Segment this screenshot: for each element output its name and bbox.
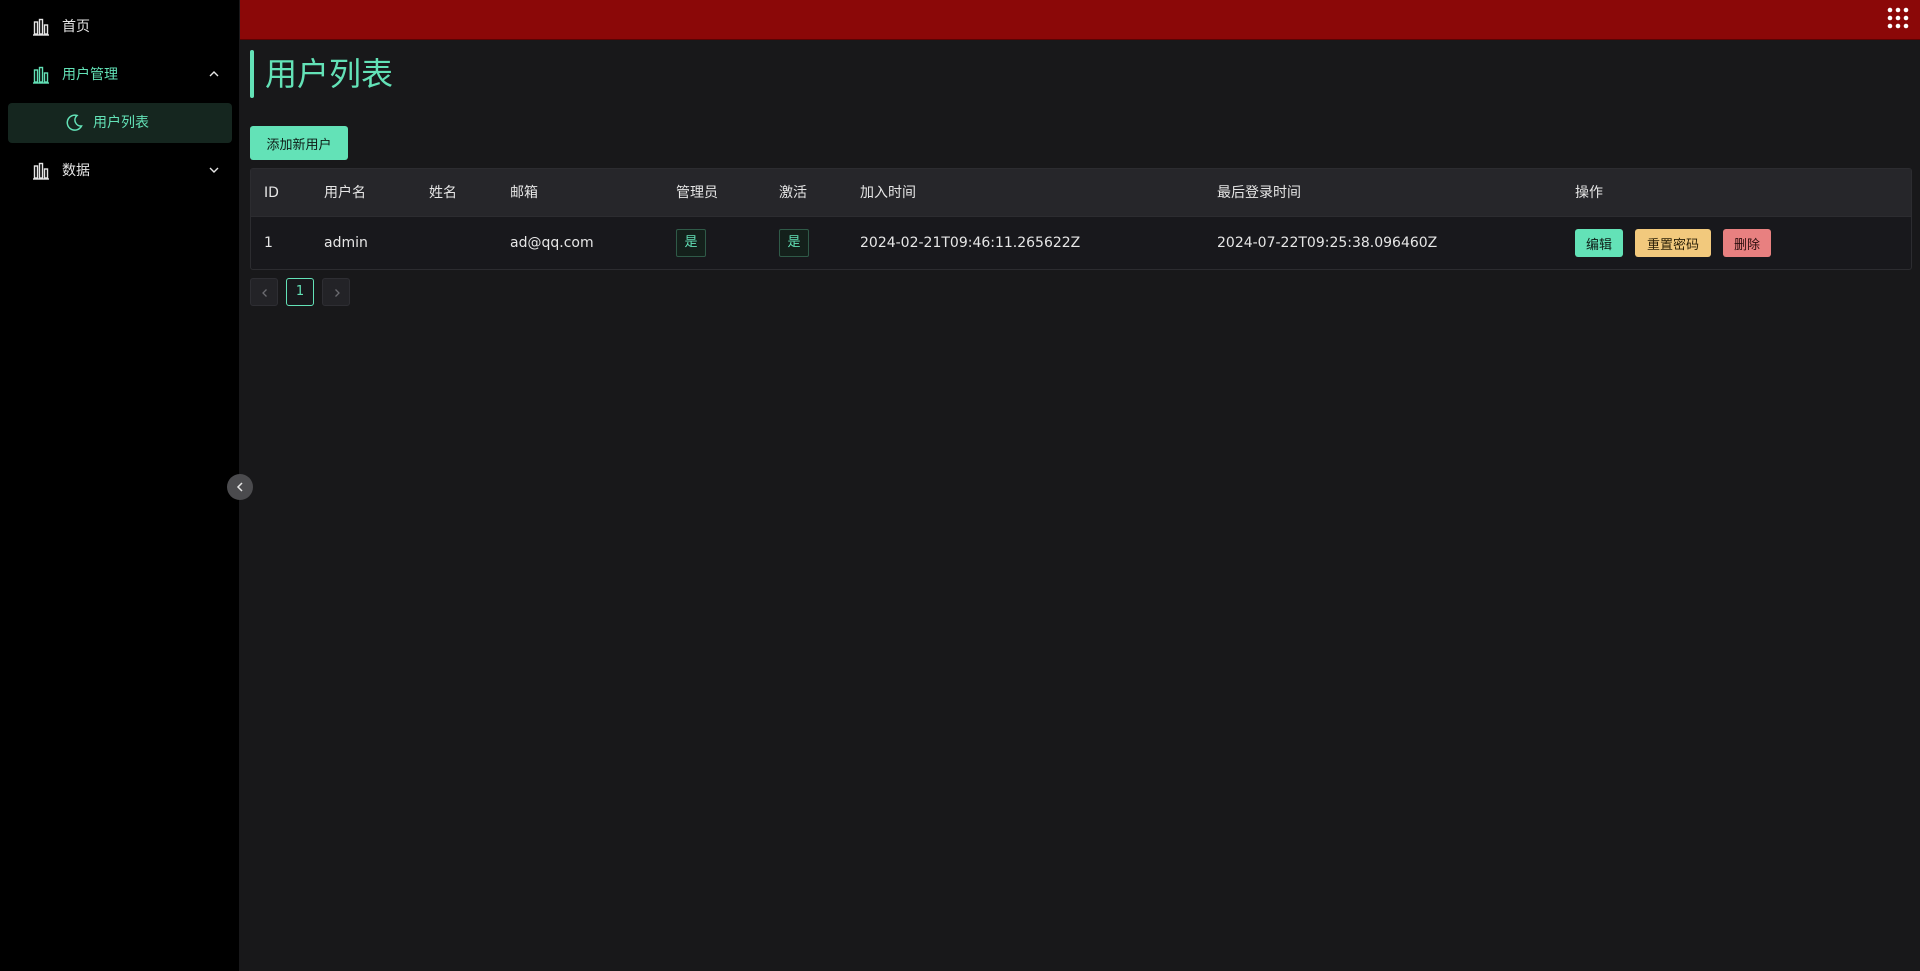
- user-table: ID 用户名 姓名 邮箱 管理员 激活 加入时间 最后登录时间 操作 1 adm…: [250, 168, 1912, 270]
- moon-icon: [66, 114, 83, 131]
- sidebar-item-label: 首页: [62, 19, 90, 35]
- top-bar: [240, 0, 1920, 40]
- column-header-actions: 操作: [1575, 185, 1603, 201]
- bar-chart-icon: [33, 162, 49, 180]
- page-title: 用户列表: [265, 55, 394, 93]
- edit-button[interactable]: 编辑: [1575, 229, 1623, 257]
- pagination-prev-button[interactable]: [250, 278, 278, 306]
- cell-last-login: 2024-07-22T09:25:38.096460Z: [1217, 235, 1438, 251]
- title-accent-bar: [250, 50, 254, 98]
- sidebar-item-label: 用户管理: [62, 67, 118, 83]
- column-header-name: 姓名: [429, 185, 457, 201]
- chevron-up-icon: [209, 71, 219, 77]
- admin-status-tag: 是: [676, 229, 706, 257]
- cell-joined: 2024-02-21T09:46:11.265622Z: [860, 235, 1081, 251]
- column-header-active: 激活: [779, 185, 807, 201]
- pagination-page-1[interactable]: 1: [286, 278, 314, 306]
- sidebar-item-user-management[interactable]: 用户管理: [0, 51, 239, 99]
- chevron-right-icon: [335, 289, 340, 297]
- cell-email: ad@qq.com: [510, 235, 594, 251]
- table-header: ID 用户名 姓名 邮箱 管理员 激活 加入时间 最后登录时间 操作: [251, 169, 1911, 217]
- bar-chart-icon: [33, 66, 49, 84]
- sidebar: 首页 用户管理 用户列表 数据: [0, 0, 239, 971]
- bar-chart-icon: [33, 18, 49, 36]
- delete-button[interactable]: 删除: [1723, 229, 1771, 257]
- cell-username: admin: [324, 235, 368, 251]
- sidebar-item-data[interactable]: 数据: [0, 147, 239, 195]
- chevron-down-icon: [209, 167, 219, 173]
- active-status-tag: 是: [779, 229, 809, 257]
- sidebar-collapse-button[interactable]: [227, 474, 253, 500]
- column-header-admin: 管理员: [676, 185, 718, 201]
- sidebar-item-label: 用户列表: [93, 115, 149, 131]
- sidebar-item-user-list[interactable]: 用户列表: [8, 103, 232, 143]
- page-number: 1: [295, 284, 305, 299]
- chevron-left-icon: [236, 482, 243, 492]
- column-header-id: ID: [264, 185, 279, 201]
- table-row: 1 admin ad@qq.com 是 是 2024-02-21T09:46:1…: [251, 217, 1911, 269]
- column-header-email: 邮箱: [510, 185, 538, 201]
- reset-password-button[interactable]: 重置密码: [1635, 229, 1711, 257]
- add-user-button[interactable]: 添加新用户: [250, 126, 348, 160]
- column-header-last-login: 最后登录时间: [1217, 185, 1301, 201]
- pagination-next-button[interactable]: [322, 278, 350, 306]
- apps-grid-icon[interactable]: [1886, 6, 1910, 30]
- chevron-left-icon: [262, 289, 267, 297]
- sidebar-item-label: 数据: [62, 163, 90, 179]
- sidebar-item-home[interactable]: 首页: [0, 3, 239, 51]
- column-header-joined: 加入时间: [860, 185, 916, 201]
- cell-id: 1: [264, 235, 273, 251]
- column-header-username: 用户名: [324, 185, 366, 201]
